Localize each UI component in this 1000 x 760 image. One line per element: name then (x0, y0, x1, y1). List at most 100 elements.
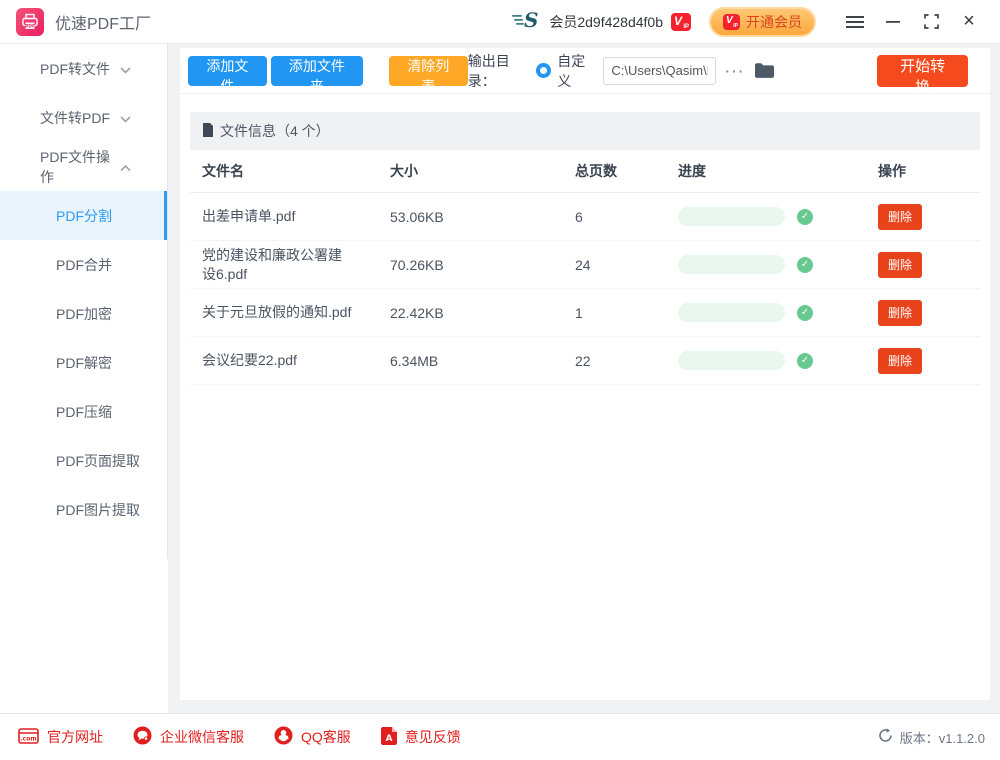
progress-bar (678, 303, 785, 322)
delete-button[interactable]: 删除 (878, 300, 922, 326)
sidebar-item-pdf-split[interactable]: PDF分割 (0, 191, 167, 240)
main-content: 添加文件 添加文件夹 清除列表 输出目录： 自定义 ··· 开始转换 文件信息（… (180, 48, 990, 700)
table-row: 会议纪要22.pdf 6.34MB 22 ✓ 删除 (190, 337, 980, 385)
file-table: 文件名 大小 总页数 进度 操作 出差申请单.pdf 53.06KB 6 ✓ 删… (190, 150, 980, 385)
feedback-link[interactable]: A 意见反馈 (381, 727, 461, 748)
file-size: 53.06KB (390, 209, 575, 225)
open-vip-button[interactable]: V IP 开通会员 (709, 7, 816, 37)
app-logo-icon: PDF (16, 8, 44, 36)
sidebar-item-pdf-image-extract[interactable]: PDF图片提取 (0, 485, 167, 534)
col-header-name: 文件名 (190, 162, 390, 181)
app-title: 优速PDF工厂 (55, 10, 151, 34)
custom-radio-label: 自定义 (557, 51, 592, 91)
document-icon (202, 123, 214, 140)
qq-penguin-icon (274, 726, 293, 748)
check-circle-icon: ✓ (797, 257, 813, 273)
check-circle-icon: ✓ (797, 353, 813, 369)
file-name: 党的建设和廉政公署建设6.pdf (190, 246, 390, 284)
footer: .com 官方网址 企业微信客服 QQ客服 (0, 713, 1000, 760)
maximize-button[interactable] (912, 5, 950, 39)
file-pages: 1 (575, 305, 678, 321)
col-header-action: 操作 (878, 161, 980, 181)
progress-cell: ✓ (678, 207, 878, 226)
version-label: 版本：v1.1.2.0 (900, 728, 985, 747)
output-directory-label: 输出目录： (468, 51, 527, 91)
open-folder-icon[interactable] (754, 62, 775, 79)
sidebar-menu: PDF转文件 文件转PDF PDF文件操作 PDF分割 PDF合并 PDF加密 … (0, 44, 168, 559)
toolbar: 添加文件 添加文件夹 清除列表 输出目录： 自定义 ··· 开始转换 (180, 48, 990, 94)
svg-text:.com: .com (20, 735, 36, 742)
delete-button[interactable]: 删除 (878, 252, 922, 278)
progress-cell: ✓ (678, 255, 878, 274)
member-account[interactable]: S 会员2d9f428d4f0b V IP (511, 8, 691, 35)
titlebar-right: S 会员2d9f428d4f0b V IP V IP 开通会员 (511, 5, 988, 39)
check-circle-icon: ✓ (797, 305, 813, 321)
menu-hamburger-icon[interactable] (836, 5, 874, 39)
progress-bar (678, 255, 785, 274)
file-pages: 24 (575, 257, 678, 273)
qq-support-link[interactable]: QQ客服 (274, 726, 351, 748)
start-convert-button[interactable]: 开始转换 (877, 55, 968, 87)
delete-button[interactable]: 删除 (878, 348, 922, 374)
svg-text:A: A (385, 734, 392, 744)
table-row: 党的建设和廉政公署建设6.pdf 70.26KB 24 ✓ 删除 (190, 241, 980, 289)
close-button[interactable]: × (950, 5, 988, 39)
sidebar-item-pdf-operations[interactable]: PDF文件操作 (0, 142, 167, 191)
sidebar-item-pdf-encrypt[interactable]: PDF加密 (0, 289, 167, 338)
file-info-bar: 文件信息（4 个） (190, 112, 980, 150)
titlebar: PDF 优速PDF工厂 S 会员2d9f428d4f0b V IP V I (0, 0, 1000, 44)
open-vip-label: 开通会员 (746, 12, 802, 32)
delete-button[interactable]: 删除 (878, 204, 922, 230)
file-size: 6.34MB (390, 353, 575, 369)
progress-bar (678, 351, 785, 370)
vip-badge-icon: V IP (671, 13, 691, 31)
sidebar-item-pdf-merge[interactable]: PDF合并 (0, 240, 167, 289)
progress-cell: ✓ (678, 351, 878, 370)
sidebar-item-pdf-compress[interactable]: PDF压缩 (0, 387, 167, 436)
chevron-down-icon (120, 110, 131, 126)
dotcom-browser-icon: .com (18, 728, 39, 747)
wechat-support-link[interactable]: 企业微信客服 (133, 726, 244, 748)
update-refresh-icon[interactable] (878, 728, 893, 746)
table-row: 关于元旦放假的通知.pdf 22.42KB 1 ✓ 删除 (190, 289, 980, 337)
sidebar-item-pdf-page-extract[interactable]: PDF页面提取 (0, 436, 167, 485)
sidebar-item-file-to-pdf[interactable]: 文件转PDF (0, 93, 167, 142)
add-file-button[interactable]: 添加文件 (188, 56, 267, 86)
vip-badge-icon: V IP (723, 14, 740, 30)
browse-ellipsis-button[interactable]: ··· (725, 63, 745, 79)
check-circle-icon: ✓ (797, 209, 813, 225)
user-avatar-s-icon: S (511, 8, 541, 35)
clear-list-button[interactable]: 清除列表 (389, 56, 468, 86)
output-path-input[interactable] (603, 57, 716, 85)
file-info-title: 文件信息（4 个） (220, 121, 330, 141)
version-info: 版本：v1.1.2.0 (878, 728, 985, 747)
sidebar-item-pdf-decrypt[interactable]: PDF解密 (0, 338, 167, 387)
output-directory-group: 输出目录： 自定义 ··· (468, 51, 776, 91)
svg-text:PDF: PDF (25, 23, 35, 29)
table-header: 文件名 大小 总页数 进度 操作 (190, 150, 980, 193)
minimize-button[interactable] (874, 5, 912, 39)
svg-text:S: S (524, 8, 538, 32)
file-pages: 6 (575, 209, 678, 225)
chevron-down-icon (120, 61, 131, 77)
file-pages: 22 (575, 353, 678, 369)
progress-cell: ✓ (678, 303, 878, 322)
app-window: { "titlebar": { "app_title": "优速PDF工厂", … (0, 0, 1000, 760)
sidebar: PDF转文件 文件转PDF PDF文件操作 PDF分割 PDF合并 PDF加密 … (0, 44, 168, 713)
sidebar-item-pdf-to-file[interactable]: PDF转文件 (0, 44, 167, 93)
col-header-size: 大小 (390, 161, 575, 181)
col-header-progress: 进度 (678, 161, 878, 181)
wechat-chat-icon (133, 726, 152, 748)
col-header-pages: 总页数 (575, 161, 678, 181)
file-name: 会议纪要22.pdf (190, 351, 390, 370)
progress-bar (678, 207, 785, 226)
file-name: 出差申请单.pdf (190, 207, 390, 226)
feedback-doc-icon: A (381, 727, 397, 748)
custom-radio[interactable] (536, 63, 551, 78)
file-size: 22.42KB (390, 305, 575, 321)
table-row: 出差申请单.pdf 53.06KB 6 ✓ 删除 (190, 193, 980, 241)
member-name: 会员2d9f428d4f0b (549, 12, 663, 32)
add-folder-button[interactable]: 添加文件夹 (271, 56, 363, 86)
chevron-up-icon (120, 159, 131, 175)
official-website-link[interactable]: .com 官方网址 (18, 727, 103, 747)
